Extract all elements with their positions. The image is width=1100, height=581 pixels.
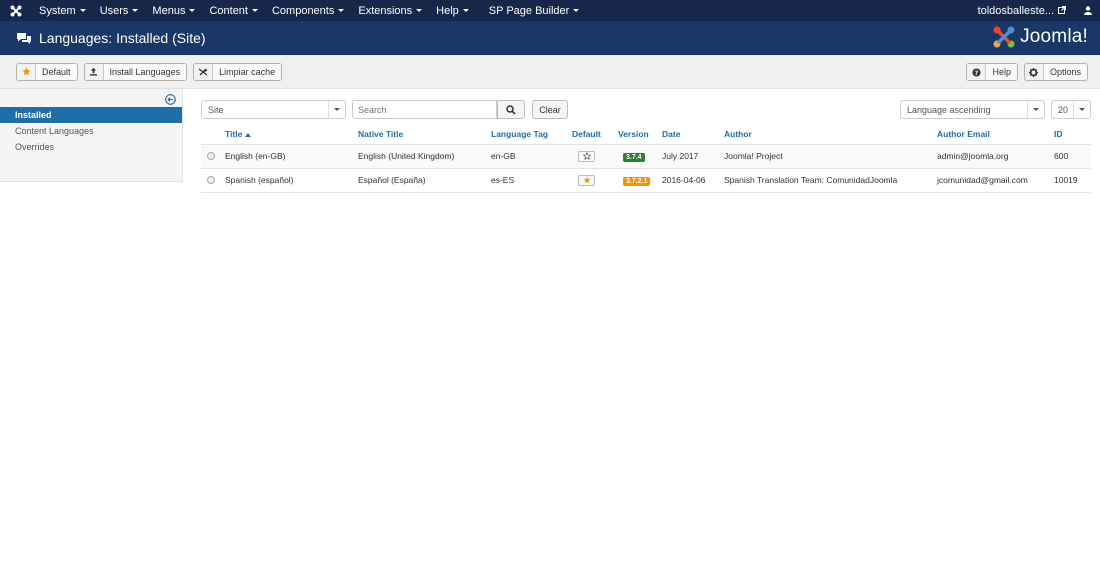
menu-extensions[interactable]: Extensions [351,0,429,21]
lightning-icon [194,63,214,80]
cell-title: English (en-GB) [225,143,358,168]
joomla-brand: Joomla! [992,25,1088,49]
cell-author-email: admin@joomla.org [937,143,1054,168]
cell-language-tag: en-GB [491,143,572,168]
cell-id: 10019 [1054,167,1091,193]
cell-native-title: English (United Kingdom) [358,143,491,168]
column-author[interactable]: Author [724,124,937,144]
column-date[interactable]: Date [662,124,724,144]
menu-content[interactable]: Content [202,0,265,21]
table-header-row: Title Native Title Language Tag Default … [201,124,1091,144]
menu-menus[interactable]: Menus [145,0,202,21]
cell-title: Spanish (español) [225,167,358,193]
version-badge: 3.7.4 [623,152,645,162]
column-native-title[interactable]: Native Title [358,124,491,144]
sidebar-item-content-languages[interactable]: Content Languages [0,123,182,139]
sidebar: Installed Content Languages Overrides [0,89,183,182]
toolbar: Default Install Languages Limpiar cache … [0,55,1100,89]
toolbar-right: ? Help Options [966,63,1088,81]
star-icon [583,176,590,184]
star-outline-icon [582,152,591,160]
caret-down-icon [462,9,469,12]
cell-author: Spanish Translation Team: ComunidadJooml… [724,167,937,193]
table-row: Spanish (español) Español (España) es-ES… [201,167,1091,193]
svg-text:?: ? [975,69,979,76]
site-link[interactable]: toldosballeste... [978,5,1054,17]
cell-id: 600 [1054,143,1091,168]
cell-language-tag: es-ES [491,167,572,193]
comments-icon [16,32,32,45]
question-icon: ? [967,64,987,80]
menu-sp-page-builder[interactable]: SP Page Builder [482,0,587,21]
options-button[interactable]: Options [1023,63,1088,81]
set-default-button[interactable] [578,150,595,162]
sidebar-item-overrides[interactable]: Overrides [0,139,182,155]
menu-help[interactable]: Help [429,0,476,21]
column-version[interactable]: Version [618,124,662,144]
page-title: Languages: Installed (Site) [39,30,206,46]
column-author-email[interactable]: Author Email [937,124,1054,144]
table-row: English (en-GB) English (United Kingdom)… [201,143,1091,168]
caret-down-icon [338,9,345,12]
user-menu[interactable] [1084,6,1092,15]
cell-author: Joomla! Project [724,143,937,168]
menu-system[interactable]: System [32,0,93,21]
external-link-icon[interactable] [1058,5,1066,17]
languages-table: Title Native Title Language Tag Default … [201,124,1091,193]
sort-asc-icon [244,132,251,137]
clear-cache-button[interactable]: Limpiar cache [193,62,283,81]
chevron-down-icon [1027,101,1044,118]
cell-date: 2016-04-06 [662,167,724,193]
column-default[interactable]: Default [572,124,618,144]
search-button[interactable] [497,100,525,119]
filter-bar: Site Clear Language ascending 20 [201,100,1091,120]
caret-down-icon [79,9,86,12]
joomla-logo-icon[interactable] [0,0,32,21]
chevron-down-icon [1073,101,1090,118]
star-icon [17,63,36,80]
default-button[interactable]: Default [16,62,78,81]
upload-icon [84,63,104,80]
brand-text: Joomla! [1020,26,1088,47]
page-header: Languages: Installed (Site) Joomla! [0,21,1100,55]
navbar-right: toldosballeste... [978,0,1092,21]
help-button[interactable]: ? Help [966,63,1018,81]
row-radio[interactable] [207,176,215,184]
sidebar-item-installed[interactable]: Installed [0,107,182,123]
caret-down-icon [132,9,139,12]
column-id[interactable]: ID [1054,124,1091,144]
cell-author-email: jcomunidad@gmail.com [937,167,1054,193]
ordering-select[interactable]: Language ascending [900,100,1045,119]
user-icon [1084,6,1092,15]
search-icon [506,104,516,115]
caret-down-icon [573,9,580,12]
menu-users[interactable]: Users [93,0,146,21]
column-title[interactable]: Title [225,124,358,144]
gear-icon [1024,64,1044,80]
chevron-down-icon [328,101,345,118]
install-languages-button[interactable]: Install Languages [83,62,188,81]
row-radio[interactable] [207,152,215,160]
cell-native-title: Español (España) [358,167,491,193]
top-navbar: System Users Menus Content Components Ex… [0,0,1100,21]
client-select[interactable]: Site [201,100,346,119]
caret-down-icon [251,9,258,12]
limit-select[interactable]: 20 [1051,100,1091,119]
version-badge: 3.7.2.1 [623,176,651,186]
cell-date: July 2017 [662,143,724,168]
column-language-tag[interactable]: Language Tag [491,124,572,144]
default-indicator [578,174,595,186]
menu-components[interactable]: Components [265,0,351,21]
caret-down-icon [189,9,196,12]
caret-down-icon [416,9,423,12]
joomla-brand-icon [993,26,1015,48]
search-input[interactable] [352,100,497,119]
clear-button[interactable]: Clear [532,100,568,119]
